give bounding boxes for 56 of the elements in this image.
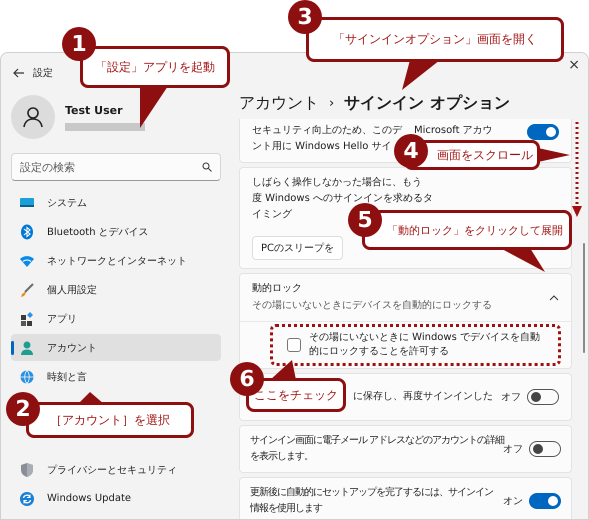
refresh-icon [19, 490, 35, 506]
setting-text: 情報を使用します [250, 502, 322, 516]
toggle-state: オフ [501, 391, 521, 404]
toggle-state: オフ [503, 444, 523, 456]
setting-text: ント用に Windows Hello サイ [252, 140, 392, 154]
bluetooth-icon [19, 224, 35, 240]
nav-item[interactable]: システム [11, 189, 221, 216]
setting-text: 更新後に自動的にセットアップを完了するには、サインイン [250, 486, 493, 500]
callout-text: 「動的ロック」をクリックして展開 [387, 222, 563, 238]
setting-title: 動的ロック [252, 282, 302, 296]
person-icon [19, 340, 35, 356]
callout-text: 画面をスクロール [437, 146, 533, 164]
nav-item[interactable]: ネットワークとインターネット [11, 247, 221, 274]
breadcrumb-parent[interactable]: アカウント [239, 92, 319, 114]
apps-icon [19, 310, 35, 326]
search-field[interactable]: 設定の検索 [11, 153, 221, 181]
setting-text: 度 Windows へのサインインを求めるタ [252, 192, 433, 206]
toggle-switch[interactable] [527, 389, 559, 405]
close-button[interactable]: × [568, 53, 580, 77]
callout-text: 「サインインオプション」画面を開く [333, 31, 537, 48]
callout-text: 「設定」アプリを起動 [95, 58, 215, 76]
back-icon[interactable] [13, 68, 25, 78]
person-icon [23, 106, 43, 128]
nav-item[interactable]: プライバシーとセキュリティ [11, 456, 221, 483]
nav-item[interactable]: アカウント [11, 334, 221, 361]
shield-icon [19, 462, 35, 478]
nav-item[interactable]: Bluetooth とデバイス [11, 218, 221, 245]
toggle-state: オン [503, 495, 523, 508]
setting-text: に保存し、再度サインインした [353, 390, 493, 404]
nav-item[interactable]: Windows Update [11, 485, 221, 512]
nav-item[interactable]: アプリ [11, 305, 221, 332]
page-title: サインイン オプション [344, 92, 510, 114]
checkbox[interactable] [287, 338, 301, 352]
globe-icon [19, 368, 35, 384]
step-number: 1 [62, 27, 96, 61]
window-title: 設定 [33, 66, 53, 80]
breadcrumb-separator: › [329, 96, 334, 110]
scrollbar[interactable] [583, 243, 585, 353]
toggle-switch[interactable] [529, 441, 561, 457]
setting-text: を表示します。 [250, 450, 313, 464]
toggle-switch[interactable] [527, 124, 559, 140]
nav-item[interactable]: 時刻と言 [11, 363, 221, 390]
dropdown[interactable]: PCのスリープを [252, 236, 344, 260]
setting-text: イミング [252, 208, 292, 222]
callout-text: ［アカウント］を選択 [50, 412, 170, 428]
checkbox-label: その場にいないときに Windows でデバイスを自動的にロックすることを許可する [309, 331, 541, 359]
setting-description: その場にいないときにデバイスを自動的にロックする [252, 299, 492, 313]
nav-item[interactable]: 個人用設定 [11, 276, 221, 303]
user-name: Test User [65, 104, 123, 116]
toggle-switch[interactable] [529, 493, 561, 509]
step-number: 3 [288, 0, 322, 34]
chevron-icon[interactable] [549, 294, 559, 300]
setting-text: しばらく操作しなかった場合に、もう [252, 176, 422, 190]
brush-icon [19, 282, 35, 298]
search-icon [202, 162, 212, 172]
setting-text: サインイン画面に電子メール アドレスなどのアカウントの詳細 [250, 434, 504, 446]
